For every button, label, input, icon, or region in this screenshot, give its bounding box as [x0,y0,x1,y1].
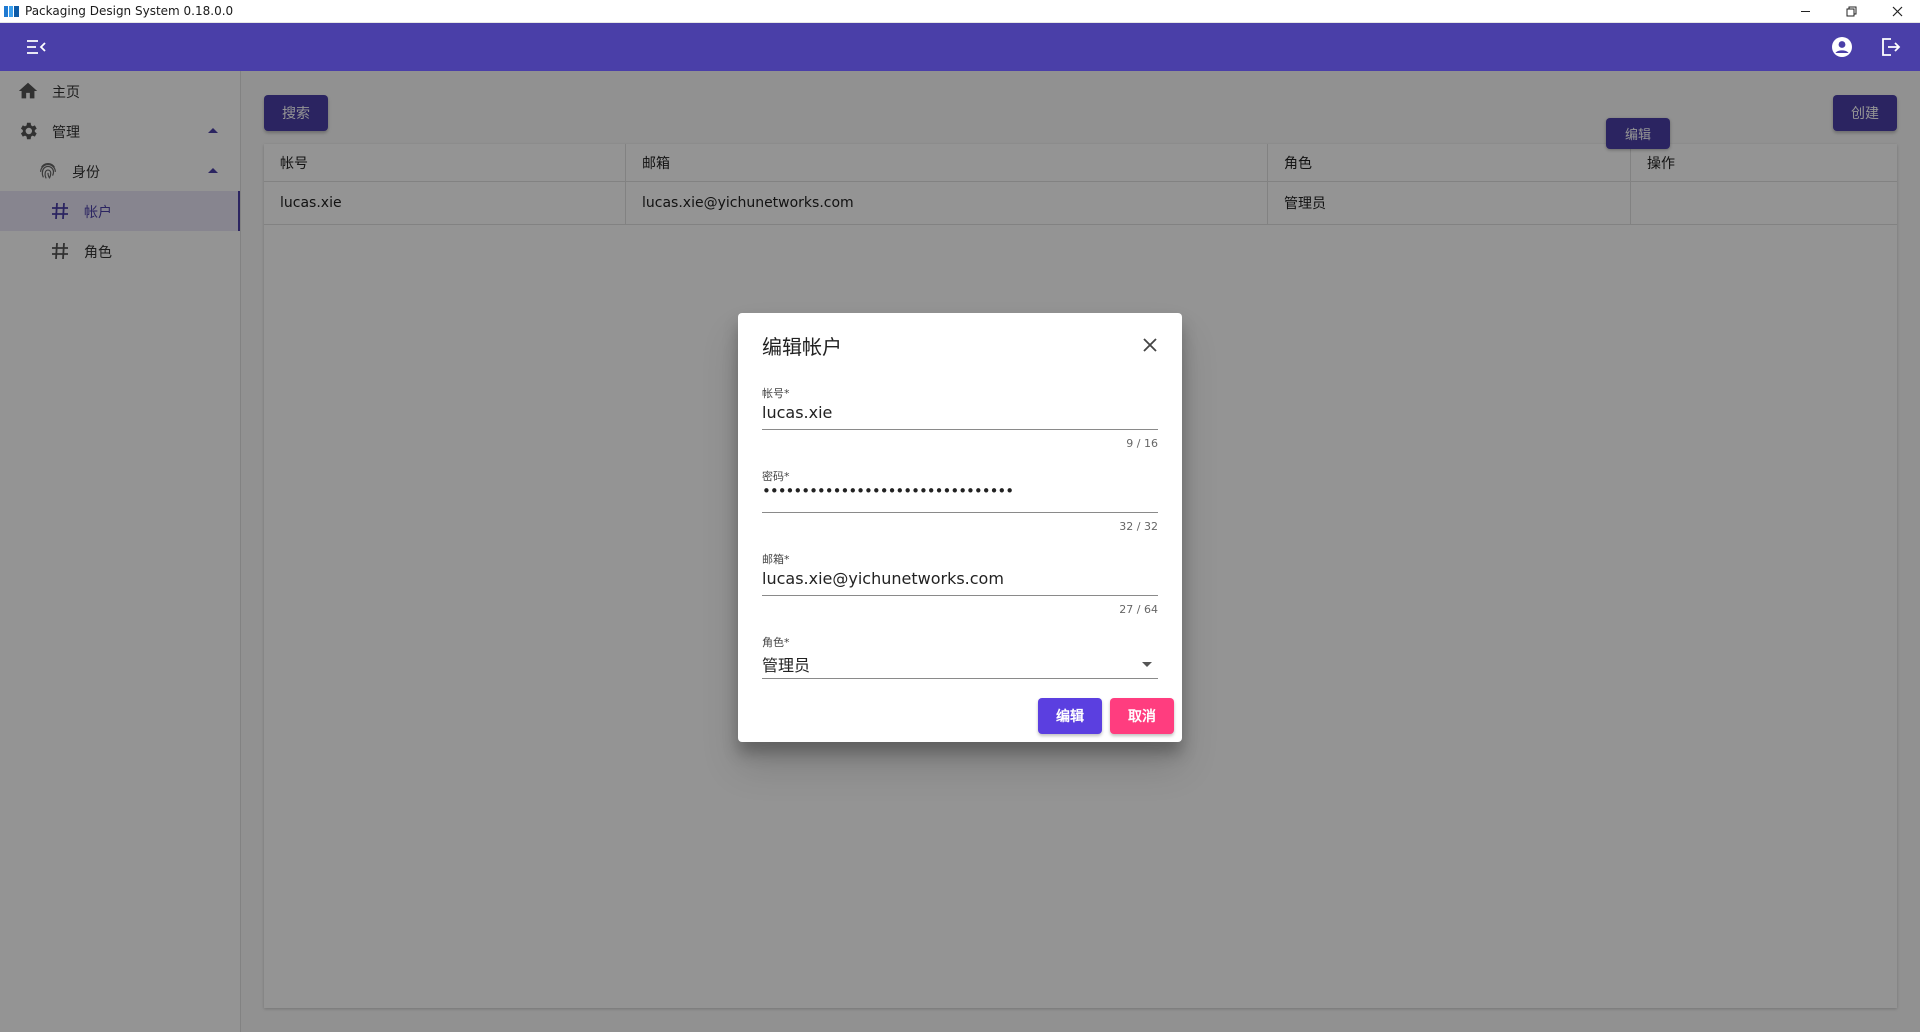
char-counter: 9 / 16 [1126,437,1158,450]
edit-account-dialog: 编辑帐户 帐号* lucas.xie 9 / 16 密码* ••••••••••… [738,313,1182,742]
window-title: Packaging Design System 0.18.0.0 [25,4,234,18]
restore-icon[interactable] [1828,0,1874,23]
minimize-icon[interactable] [1782,0,1828,23]
char-counter: 27 / 64 [1119,603,1158,616]
field-label: 帐号* [762,387,790,400]
menu-collapse-icon[interactable] [24,35,48,59]
confirm-edit-button[interactable]: 编辑 [1038,698,1102,734]
app-header [0,23,1920,71]
char-counter: 32 / 32 [1119,520,1158,533]
cancel-button[interactable]: 取消 [1110,698,1174,734]
dropdown-arrow-icon[interactable] [1142,662,1152,667]
field-label: 角色* [762,636,790,649]
account-circle-icon[interactable] [1828,33,1856,61]
field-label: 邮箱* [762,553,790,566]
window-title-bar: Packaging Design System 0.18.0.0 [0,0,1920,23]
logout-icon[interactable] [1876,33,1904,61]
close-icon[interactable] [1874,0,1920,23]
role-select-value[interactable]: 管理员 [762,652,810,676]
email-input[interactable]: lucas.xie@yichunetworks.com [762,569,1004,588]
password-input[interactable]: •••••••••••••••••••••••••••••••• [762,482,1014,500]
close-icon[interactable] [1138,333,1162,357]
app-logo-icon [4,5,19,17]
account-input[interactable]: lucas.xie [762,403,832,422]
dialog-title: 编辑帐户 [762,335,842,359]
